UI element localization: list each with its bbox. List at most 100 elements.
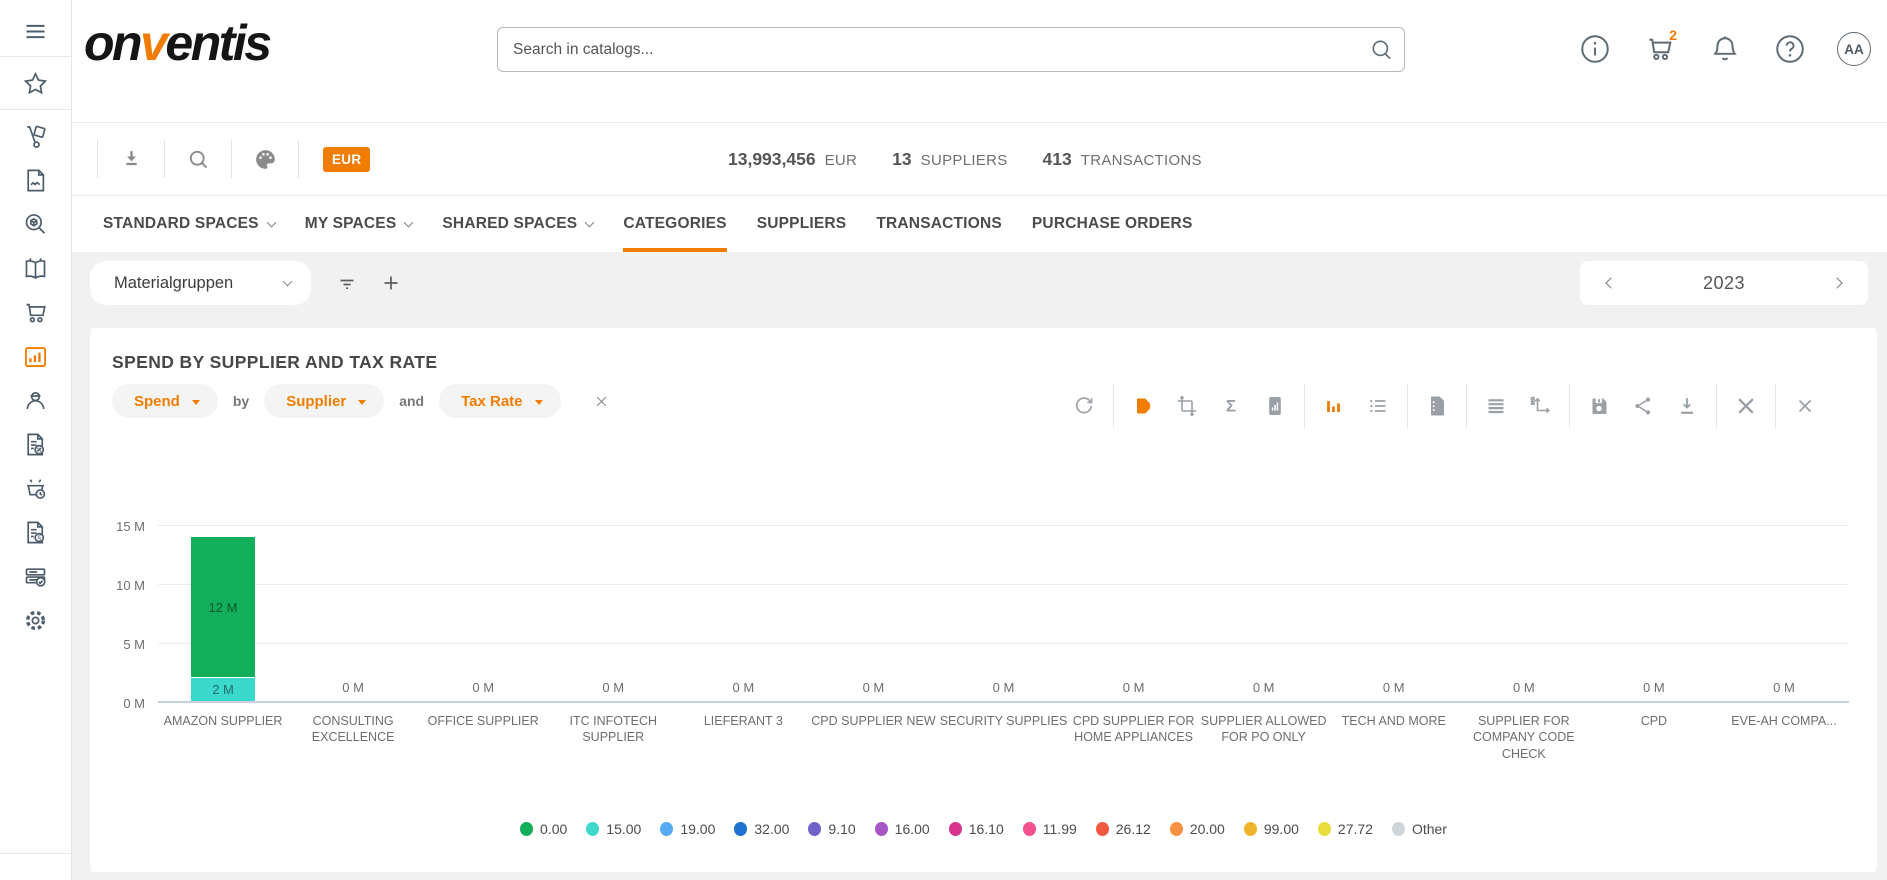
bar-value-label: 0 M <box>1773 680 1795 695</box>
legend-item-32-00[interactable]: 32.00 <box>734 821 789 837</box>
search-icon[interactable] <box>1369 37 1395 63</box>
x-axis-line <box>158 701 1849 703</box>
card-header-left: SPEND BY SUPPLIER AND TAX RATE Spend by … <box>112 352 617 418</box>
product-search-icon[interactable] <box>0 202 72 246</box>
search-input[interactable] <box>497 27 1405 72</box>
tab-purchase-orders[interactable]: PURCHASE ORDERS <box>1017 196 1208 252</box>
analytics-chart-icon[interactable] <box>0 334 72 378</box>
tab-shared-spaces[interactable]: SHARED SPACES <box>427 196 608 252</box>
category-label: SUPPLIER ALLOWED FOR PO ONLY <box>1200 713 1328 746</box>
bar-value-label: 0 M <box>602 680 624 695</box>
legend-item-27-72[interactable]: 27.72 <box>1318 821 1373 837</box>
content: Materialgruppen 2023 <box>72 252 1887 880</box>
measure-dropdown[interactable]: Spend <box>112 384 218 418</box>
star-favorites-icon[interactable] <box>0 61 72 105</box>
shopping-cart-icon[interactable] <box>0 290 72 334</box>
legend-item-other[interactable]: Other <box>1392 821 1447 837</box>
onventis-logo[interactable]: onventis <box>84 14 270 72</box>
bar-value-label: 0 M <box>863 680 885 695</box>
tab-categories[interactable]: CATEGORIES <box>608 196 741 252</box>
legend-item-0-00[interactable]: 0.00 <box>520 821 567 837</box>
invoice-percent-icon[interactable] <box>0 422 72 466</box>
chevron-down-icon <box>283 277 293 287</box>
tab-label: SHARED SPACES <box>442 215 577 233</box>
dimension2-dropdown[interactable]: Tax Rate <box>439 384 560 418</box>
legend-item-16-10[interactable]: 16.10 <box>949 821 1004 837</box>
legend-item-19-00[interactable]: 19.00 <box>660 821 715 837</box>
divider <box>1407 384 1408 428</box>
table-rows-icon[interactable] <box>1474 390 1518 422</box>
legend-color-dot <box>1023 822 1036 836</box>
avatar[interactable]: AA <box>1837 32 1871 66</box>
metric-label: SUPPLIERS <box>921 152 1008 169</box>
legend-item-15-00[interactable]: 15.00 <box>586 821 641 837</box>
legend-item-99-00[interactable]: 99.00 <box>1244 821 1299 837</box>
y-tick-label: 0 M <box>123 696 145 711</box>
legend-color-dot <box>1096 822 1109 836</box>
add-widget-icon[interactable] <box>369 263 413 303</box>
dimension1-dropdown[interactable]: Supplier <box>264 384 384 418</box>
currency-badge[interactable]: EUR <box>323 147 370 172</box>
tab-label: STANDARD SPACES <box>103 215 259 233</box>
panel-chart-icon[interactable] <box>1253 390 1297 422</box>
download-icon[interactable] <box>1665 390 1709 422</box>
tab-label: MY SPACES <box>305 215 397 233</box>
refresh-icon[interactable] <box>1062 390 1106 422</box>
legend-item-20-00[interactable]: 20.00 <box>1170 821 1225 837</box>
bar-chart-type-icon[interactable] <box>1312 390 1356 422</box>
tab-transactions[interactable]: TRANSACTIONS <box>861 196 1017 252</box>
search-icon[interactable] <box>165 139 231 179</box>
export-download-icon[interactable] <box>98 139 164 179</box>
legend-item-11-99[interactable]: 11.99 <box>1023 821 1077 837</box>
category-label: CPD <box>1590 713 1718 729</box>
next-year-icon[interactable] <box>1820 266 1854 300</box>
crop-icon[interactable] <box>1165 390 1209 422</box>
palette-icon[interactable] <box>232 139 298 179</box>
group-dropdown[interactable]: Materialgruppen <box>90 261 311 305</box>
menu-icon[interactable] <box>0 10 72 52</box>
server-check-icon[interactable] <box>0 554 72 598</box>
list-view-icon[interactable] <box>1356 390 1400 422</box>
info-icon[interactable] <box>1577 31 1613 67</box>
save-icon[interactable] <box>1577 390 1621 422</box>
stacked-bar-chart: 2 M12 MAMAZON SUPPLIER0 MCONSULTING EXCE… <box>112 505 1855 703</box>
legend-item-9-10[interactable]: 9.10 <box>808 821 855 837</box>
legend-item-26-12[interactable]: 26.12 <box>1096 821 1151 837</box>
document-note-icon[interactable] <box>1415 390 1459 422</box>
document-paragraph-icon[interactable]: § <box>0 510 72 554</box>
help-icon[interactable] <box>1772 31 1808 67</box>
bar-segment-tax-0.00[interactable]: 12 M <box>191 536 255 678</box>
supplier-person-icon[interactable] <box>0 378 72 422</box>
category-label: CONSULTING EXCELLENCE <box>289 713 417 746</box>
dimension1-dropdown-value: Supplier <box>286 393 346 410</box>
chart-column: 0 MCONSULTING EXCELLENCE <box>288 505 418 701</box>
remove-dimension-icon[interactable] <box>587 386 617 416</box>
sum-sigma-icon[interactable]: Σ <box>1209 390 1253 422</box>
share-icon[interactable] <box>1621 390 1665 422</box>
tools-icon[interactable] <box>1724 390 1768 422</box>
tab-standard-spaces[interactable]: STANDARD SPACES <box>88 196 290 252</box>
previous-year-icon[interactable] <box>1594 266 1628 300</box>
chevron-down-icon <box>404 217 414 227</box>
tab-suppliers[interactable]: SUPPLIERS <box>742 196 862 252</box>
hand-truck-icon[interactable] <box>0 114 72 158</box>
bar-segment-tax-15.00[interactable]: 2 M <box>191 677 255 701</box>
legend-item-16-00[interactable]: 16.00 <box>875 821 930 837</box>
bar-value-label: 0 M <box>1643 680 1665 695</box>
metric-label: EUR <box>825 152 858 169</box>
catalog-book-icon[interactable] <box>0 246 72 290</box>
cart-icon[interactable]: 2 <box>1642 31 1678 67</box>
legend-label: 32.00 <box>754 821 789 837</box>
pivot-icon[interactable] <box>1518 390 1562 422</box>
tag-icon[interactable] <box>1121 390 1165 422</box>
close-chart-icon[interactable] <box>1783 390 1827 422</box>
tab-my-spaces[interactable]: MY SPACES <box>290 196 428 252</box>
contract-handshake-icon[interactable] <box>0 158 72 202</box>
chart-toolbar: Σ <box>1062 384 1855 428</box>
basket-clock-icon[interactable] <box>0 466 72 510</box>
settings-gear-icon[interactable] <box>0 598 72 642</box>
bar-value-label: 0 M <box>993 680 1015 695</box>
bar-value-label: 12 M <box>209 600 238 615</box>
filter-icon[interactable] <box>325 263 369 303</box>
notifications-bell-icon[interactable] <box>1707 31 1743 67</box>
